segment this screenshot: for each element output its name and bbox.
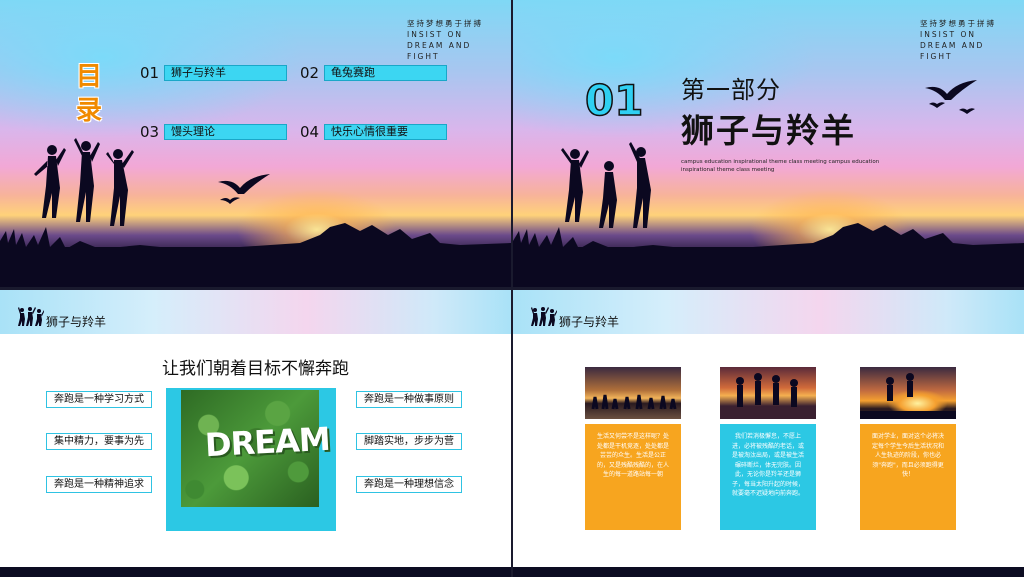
motto-cn: 坚持梦想勇于拼搏 bbox=[407, 19, 483, 28]
toc-item-label: 龟兔赛跑 bbox=[324, 65, 447, 81]
slide-cards[interactable]: 狮子与羚羊 生活又何尝不是这样呢？处处都是干机竞逐，处处都是芸芸的众生。生活是公… bbox=[513, 290, 1024, 577]
dream-word: DREAM bbox=[204, 419, 331, 465]
right-pill-2: 脚踏实地，步步为营 bbox=[356, 433, 462, 450]
toc-item-number: 02 bbox=[300, 64, 320, 82]
motto-en-1: INSIST ON bbox=[920, 30, 977, 39]
bird-silhouette bbox=[925, 80, 977, 114]
toc-item-number: 01 bbox=[140, 64, 160, 82]
toc-item-4[interactable]: 04 快乐心情很重要 bbox=[300, 123, 447, 141]
slide-grid: 坚持梦想勇于拼搏 INSIST ON DREAM AND FIGHT 目 录 0… bbox=[0, 0, 1024, 577]
motto-block: 坚持梦想勇于拼搏 INSIST ON DREAM AND FIGHT bbox=[407, 18, 497, 62]
motto-en-2: DREAM AND bbox=[920, 41, 985, 50]
motto-block: 坚持梦想勇于拼搏 INSIST ON DREAM AND FIGHT bbox=[920, 18, 1010, 62]
footer-bar bbox=[513, 567, 1024, 577]
ground-silhouette bbox=[513, 247, 1024, 287]
motto-en-3: FIGHT bbox=[920, 52, 953, 61]
jumping-group-silhouette bbox=[736, 373, 798, 407]
section-subtitle: campus education inspirational theme cla… bbox=[681, 159, 880, 173]
header-title: 狮子与羚羊 bbox=[46, 315, 107, 329]
card-1-text: 生活又何尝不是这样呢？处处都是干机竞逐，处处都是芸芸的众生。生活是公正的，又是残… bbox=[585, 424, 681, 530]
toc-item-2[interactable]: 02 龟兔赛跑 bbox=[300, 64, 447, 82]
section-part-label: 第一部分 bbox=[681, 76, 781, 104]
toc-title-char-2: 录 bbox=[75, 96, 102, 126]
motto-en-2: DREAM AND bbox=[407, 41, 472, 50]
toc-title-char-1: 目 bbox=[75, 62, 102, 92]
slide-section-01[interactable]: 坚持梦想勇于拼搏 INSIST ON DREAM AND FIGHT 01 第一… bbox=[513, 0, 1024, 287]
slide-heading: 让我们朝着目标不懈奔跑 bbox=[162, 359, 349, 379]
toc-item-1[interactable]: 01 狮子与羚羊 bbox=[140, 64, 287, 82]
toc-item-label: 馒头理论 bbox=[164, 124, 287, 140]
toc-item-label: 快乐心情很重要 bbox=[324, 124, 447, 140]
jumping-people-silhouette bbox=[34, 138, 134, 226]
toc-item-number: 03 bbox=[140, 123, 160, 141]
toc-item-label: 狮子与羚羊 bbox=[164, 65, 287, 81]
card-2-photo bbox=[720, 367, 816, 419]
toc-item-3[interactable]: 03 馒头理论 bbox=[140, 123, 287, 141]
motto-cn: 坚持梦想勇于拼搏 bbox=[920, 19, 996, 28]
people-logo-icon bbox=[531, 307, 557, 326]
jumping-person-silhouette bbox=[860, 373, 956, 419]
footer-bar bbox=[0, 567, 511, 577]
card-3-photo bbox=[860, 367, 956, 419]
slide-contents[interactable]: 坚持梦想勇于拼搏 INSIST ON DREAM AND FIGHT 目 录 0… bbox=[0, 0, 511, 287]
section-title: 狮子与羚羊 bbox=[681, 111, 856, 150]
slide-dream[interactable]: 狮子与羚羊 让我们朝着目标不懈奔跑 DREAM 奔跑是一种学习方式 集中精力，要… bbox=[0, 290, 511, 577]
ground-silhouette bbox=[0, 247, 511, 287]
header-title: 狮子与羚羊 bbox=[559, 315, 620, 329]
bird-silhouette bbox=[218, 174, 270, 204]
left-pill-2: 集中精力，要事为先 bbox=[46, 433, 152, 450]
jumping-people-silhouette bbox=[561, 142, 651, 228]
section-number: 01 bbox=[584, 75, 644, 126]
left-pill-3: 奔跑是一种精神追求 bbox=[46, 476, 152, 493]
card-1-photo bbox=[585, 367, 681, 419]
group-silhouette bbox=[591, 394, 677, 410]
toc-item-number: 04 bbox=[300, 123, 320, 141]
motto-en-1: INSIST ON bbox=[407, 30, 464, 39]
right-pill-1: 奔跑是一种做事原则 bbox=[356, 391, 462, 408]
toc-title: 目 录 bbox=[72, 60, 106, 128]
card-2-text: 我们若消极懈怠，不愿上进，必将被残酷的老话，或是被淘汰出局，或是被生活碾碎断烂，… bbox=[720, 424, 816, 530]
right-pill-3: 奔跑是一种理想信念 bbox=[356, 476, 462, 493]
motto-en-3: FIGHT bbox=[407, 52, 440, 61]
left-pill-1: 奔跑是一种学习方式 bbox=[46, 391, 152, 408]
card-3-text: 面对学业，面对这个必将决定每个学生今后生活状况和人生轨迹的阶段，你也必须"奔跑"… bbox=[860, 424, 956, 530]
people-logo-icon bbox=[18, 307, 44, 326]
